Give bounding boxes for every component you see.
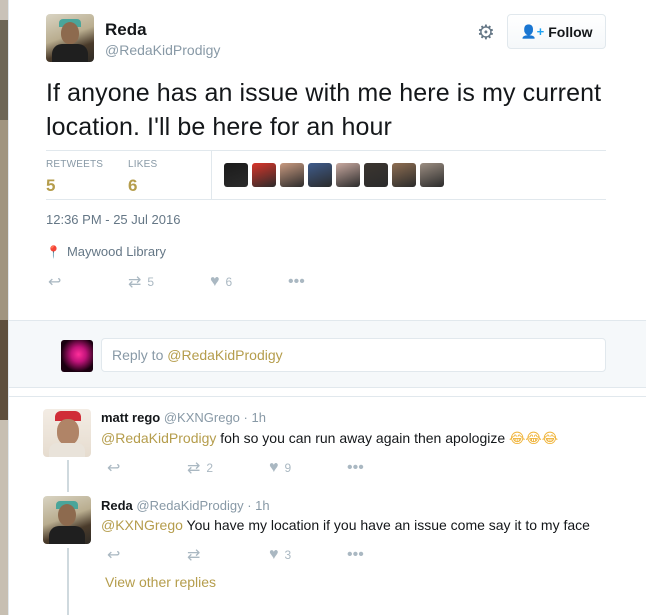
likes-label: LIKES — [128, 159, 158, 170]
retweets-count: 5 — [46, 176, 56, 195]
liker-avatar[interactable] — [224, 163, 248, 187]
more-action[interactable]: ••• — [347, 546, 364, 564]
reply-emoji: 😂😂😂 — [509, 431, 559, 447]
thread-line — [67, 460, 69, 492]
reply-avatar[interactable] — [43, 409, 91, 457]
more-dots-icon: ••• — [347, 546, 364, 563]
reply-input[interactable]: Reply to @RedaKidProdigy — [101, 338, 606, 372]
heart-icon: ♥ — [210, 273, 220, 290]
liker-avatar[interactable] — [392, 163, 416, 187]
reply-separator — [9, 396, 646, 397]
liker-avatar[interactable] — [252, 163, 276, 187]
author-avatar[interactable] — [46, 14, 94, 62]
liker-avatar[interactable] — [308, 163, 332, 187]
reply-mention[interactable]: @KXNGrego — [101, 517, 183, 533]
reply-icon: ↩ — [48, 274, 62, 291]
like-count: 6 — [225, 275, 233, 289]
retweet-action[interactable]: ⇄ 5 — [128, 272, 210, 292]
retweet-icon: ⇄ — [187, 460, 201, 477]
author-name[interactable]: Reda — [105, 20, 147, 40]
reply-actions: ↩ ⇄ ♥ 3 ••• — [107, 545, 364, 565]
current-user-avatar — [61, 340, 93, 372]
add-user-icon: 👤+ — [520, 23, 545, 39]
like-action[interactable]: ♥ 6 — [210, 273, 288, 291]
reply-body: foh so you can run away again then apolo… — [216, 430, 510, 446]
likes-count: 6 — [128, 176, 138, 195]
retweet-count: 2 — [206, 461, 214, 475]
tweet-location[interactable]: 📍 Maywood Library — [46, 244, 166, 259]
reply-body: You have my location if you have an issu… — [182, 517, 590, 533]
like-count: 3 — [284, 548, 292, 562]
reply-header: Reda @RedaKidProdigy · 1h — [101, 498, 270, 513]
like-count: 9 — [284, 461, 292, 475]
follow-button[interactable]: 👤+ Follow — [507, 14, 606, 49]
reply-time[interactable]: · 1h — [244, 410, 266, 425]
retweets-label: RETWEETS — [46, 159, 104, 170]
liker-avatar[interactable] — [364, 163, 388, 187]
reply-action[interactable]: ↩ — [107, 545, 187, 565]
reply-icon: ↩ — [107, 547, 121, 564]
reply-icon: ↩ — [107, 460, 121, 477]
more-dots-icon: ••• — [288, 273, 305, 290]
reply-action[interactable]: ↩ — [107, 458, 187, 478]
reply-header: matt rego @KXNGrego · 1h — [101, 410, 266, 425]
retweet-icon: ⇄ — [128, 274, 142, 291]
more-action[interactable]: ••• — [347, 459, 364, 477]
heart-icon: ♥ — [269, 546, 279, 563]
view-other-replies-link[interactable]: View other replies — [105, 574, 216, 590]
follow-label: Follow — [548, 23, 593, 40]
reply-avatar[interactable] — [43, 496, 91, 544]
like-action[interactable]: ♥ 9 — [269, 459, 347, 477]
reply-time[interactable]: · 1h — [247, 498, 269, 513]
reply-composer: Reply to @RedaKidProdigy — [9, 320, 646, 388]
more-dots-icon: ••• — [347, 459, 364, 476]
likes-stat[interactable]: LIKES 6 — [128, 159, 157, 196]
retweet-count: 5 — [147, 275, 155, 289]
reply-mention: @RedaKidProdigy — [167, 347, 283, 363]
stats-divider — [211, 151, 212, 199]
retweet-action[interactable]: ⇄ — [187, 545, 269, 565]
likers-avatars — [224, 163, 444, 187]
reply-text: @KXNGrego You have my location if you ha… — [101, 517, 590, 533]
reply-author-handle[interactable]: @RedaKidProdigy — [136, 498, 243, 513]
author-handle[interactable]: @RedaKidProdigy — [105, 42, 220, 58]
reply-action[interactable]: ↩ — [48, 272, 128, 292]
reply-mention[interactable]: @RedaKidProdigy — [101, 430, 216, 446]
liker-avatar[interactable] — [420, 163, 444, 187]
tweet-text: If anyone has an issue with me here is m… — [46, 79, 602, 141]
location-label: Maywood Library — [66, 244, 166, 259]
tweet-timestamp[interactable]: 12:36 PM - 25 Jul 2016 — [46, 212, 180, 227]
like-action[interactable]: ♥ 3 — [269, 546, 347, 564]
gear-icon[interactable]: ⚙ — [475, 22, 497, 44]
heart-icon: ♥ — [269, 459, 279, 476]
reply-actions: ↩ ⇄ 2 ♥ 9 ••• — [107, 458, 364, 478]
retweet-action[interactable]: ⇄ 2 — [187, 458, 269, 478]
thread-line — [67, 548, 69, 615]
liker-avatar[interactable] — [280, 163, 304, 187]
tweet-stats: RETWEETS 5 LIKES 6 — [46, 150, 606, 200]
reply-text: @RedaKidProdigy foh so you can run away … — [101, 430, 558, 447]
tweet-card: Reda @RedaKidProdigy ⚙ 👤+ Follow If anyo… — [8, 0, 646, 615]
reply-author-name[interactable]: matt rego — [101, 410, 160, 425]
reply-author-name[interactable]: Reda — [101, 498, 133, 513]
reply-author-handle[interactable]: @KXNGrego — [164, 410, 240, 425]
page-backdrop — [0, 0, 8, 615]
retweet-icon: ⇄ — [187, 547, 201, 564]
retweets-stat[interactable]: RETWEETS 5 — [46, 159, 103, 196]
more-action[interactable]: ••• — [288, 273, 305, 291]
tweet-actions: ↩ ⇄ 5 ♥ 6 ••• — [48, 272, 305, 292]
liker-avatar[interactable] — [336, 163, 360, 187]
location-pin-icon: 📍 — [46, 244, 61, 259]
reply-prefix: Reply to — [112, 347, 168, 363]
